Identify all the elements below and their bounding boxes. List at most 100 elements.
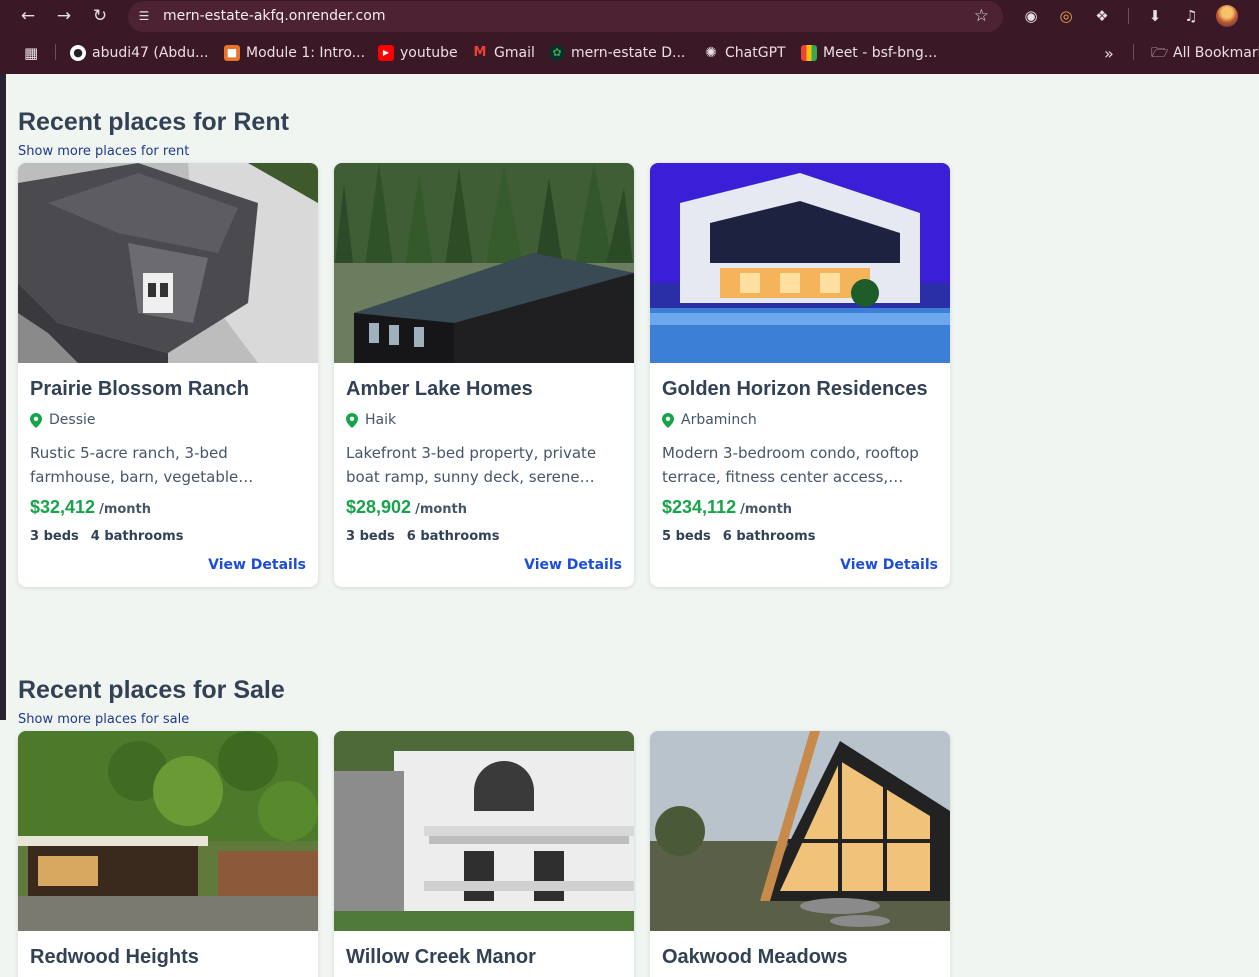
price-value: $28,902 [346,497,412,517]
listing-name[interactable]: Golden Horizon Residences [662,378,928,401]
bookmarks-overflow-icon[interactable]: » [1104,43,1114,63]
bookmarks-divider [55,44,56,60]
course-icon: ■ [224,45,240,61]
price-period: /month [99,502,152,517]
profile-avatar[interactable] [1216,5,1238,27]
media-controls-icon[interactable]: ♫ [1180,5,1202,27]
bookmark-mongodb[interactable]: ✿ mern-estate D... [549,43,685,63]
listing-image[interactable] [18,731,318,931]
gmail-icon: M [473,45,487,60]
beds-count: 3 beds [346,529,395,544]
location-label: Dessie [49,412,96,428]
youtube-icon: ▶ [378,45,394,61]
bookmark-youtube[interactable]: ▶ youtube [378,43,458,63]
bookmark-label: Gmail [494,45,535,61]
cookie-extension-icon[interactable]: ◉ [1020,5,1042,27]
map-pin-icon [662,412,674,428]
listing-image[interactable] [650,163,950,363]
beds-count: 5 beds [662,529,711,544]
listing-card[interactable]: Redwood Heights [18,731,318,977]
listing-name[interactable]: Oakwood Meadows [662,946,848,969]
chatgpt-icon: ✺ [705,45,717,61]
reload-icon[interactable]: ↻ [88,5,112,27]
listing-name[interactable]: Redwood Heights [30,946,199,969]
listing-image[interactable] [18,163,318,363]
extension-icon[interactable]: ◎ [1055,5,1077,27]
bookmark-github[interactable]: ● abudi47 (Abdu... [70,43,208,63]
browser-chrome: ← → ↻ ☰ mern-estate-akfq.onrender.com ☆ … [0,0,1259,74]
bookmark-label: Meet - bsf-bng... [823,45,938,61]
bookmark-gmail[interactable]: M Gmail [472,43,535,63]
map-pin-icon [346,412,358,428]
listing-card[interactable]: Amber Lake Homes Haik Lakefront 3-bed pr… [334,163,634,587]
view-details-link[interactable]: View Details [840,557,938,573]
forward-icon[interactable]: → [52,5,76,27]
listing-image[interactable] [334,163,634,363]
price-period: /month [740,502,793,517]
toolbar-divider [1128,8,1129,24]
url-text[interactable]: mern-estate-akfq.onrender.com [163,8,385,25]
all-bookmarks-label: All Bookmarks [1173,45,1259,61]
listing-location: Arbaminch [662,412,757,428]
bookmark-label: ChatGPT [725,45,786,61]
listing-image[interactable] [650,731,950,931]
bookmark-label: youtube [400,45,458,61]
listing-price: $28,902/month [346,497,467,518]
listing-location: Dessie [30,412,95,428]
browser-toolbar: ← → ↻ ☰ mern-estate-akfq.onrender.com ☆ … [0,0,1259,33]
puzzle-extensions-icon[interactable]: ❖ [1091,5,1113,27]
listing-features: 5 beds 6 bathrooms [662,529,815,544]
listing-card[interactable]: Willow Creek Manor [334,731,634,977]
bookmark-meet[interactable]: Meet - bsf-bng... [801,43,937,63]
listing-name[interactable]: Amber Lake Homes [346,378,533,401]
all-bookmarks-folder[interactable]: 🗁 All Bookmarks [1151,43,1259,63]
bookmark-chatgpt[interactable]: ✺ ChatGPT [703,43,786,63]
listing-name[interactable]: Prairie Blossom Ranch [30,378,249,401]
baths-count: 6 bathrooms [406,529,500,544]
baths-count: 6 bathrooms [722,529,816,544]
bookmark-label: Module 1: Intro... [246,45,366,61]
listing-card[interactable]: Golden Horizon Residences Arbaminch Mode… [650,163,950,587]
listing-description: Rustic 5-acre ranch, 3-bed farmhouse, ba… [30,444,239,486]
price-period: /month [415,502,468,517]
listing-features: 3 beds 4 bathrooms [30,529,183,544]
window-edge [0,74,6,720]
listing-image[interactable] [334,731,634,931]
listing-description: Modern 3-bedroom condo, rooftop terrace,… [662,444,919,486]
price-value: $234,112 [662,497,737,517]
mongodb-icon: ✿ [549,45,565,61]
listing-features: 3 beds 6 bathrooms [346,529,499,544]
map-pin-icon [30,412,42,428]
listing-price: $32,412/month [30,497,151,518]
back-icon[interactable]: ← [16,5,40,27]
price-value: $32,412 [30,497,96,517]
bookmarks-bar: ▦ ● abudi47 (Abdu... ■ Module 1: Intro..… [0,37,1259,69]
address-bar[interactable]: ☰ mern-estate-akfq.onrender.com ☆ [128,1,1003,32]
apps-icon[interactable]: ▦ [24,43,38,63]
site-info-icon[interactable]: ☰ [136,8,152,24]
bookmark-label: mern-estate D... [571,45,686,61]
github-icon: ● [70,45,86,61]
view-details-link[interactable]: View Details [524,557,622,573]
view-details-link[interactable]: View Details [208,557,306,573]
sale-section-title: Recent places for Sale [18,676,285,704]
download-icon[interactable]: ⬇ [1144,5,1166,27]
bookmark-module[interactable]: ■ Module 1: Intro... [224,43,365,63]
location-label: Haik [365,412,397,428]
listing-card[interactable]: Oakwood Meadows [650,731,950,977]
bookmarks-divider [1133,44,1134,60]
bookmark-star-icon[interactable]: ☆ [974,6,989,26]
listing-price: $234,112/month [662,497,792,518]
location-label: Arbaminch [681,412,757,428]
bookmark-label: abudi47 (Abdu... [92,45,209,61]
show-more-rent-link[interactable]: Show more places for rent [18,144,189,159]
listing-name[interactable]: Willow Creek Manor [346,946,536,969]
show-more-sale-link[interactable]: Show more places for sale [18,712,189,727]
meet-icon [801,45,817,61]
baths-count: 4 bathrooms [90,529,184,544]
listing-card[interactable]: Prairie Blossom Ranch Dessie Rustic 5-ac… [18,163,318,587]
listing-location: Haik [346,412,396,428]
folder-icon: 🗁 [1151,45,1169,61]
listing-description: Lakefront 3-bed property, private boat r… [346,444,597,486]
beds-count: 3 beds [30,529,79,544]
